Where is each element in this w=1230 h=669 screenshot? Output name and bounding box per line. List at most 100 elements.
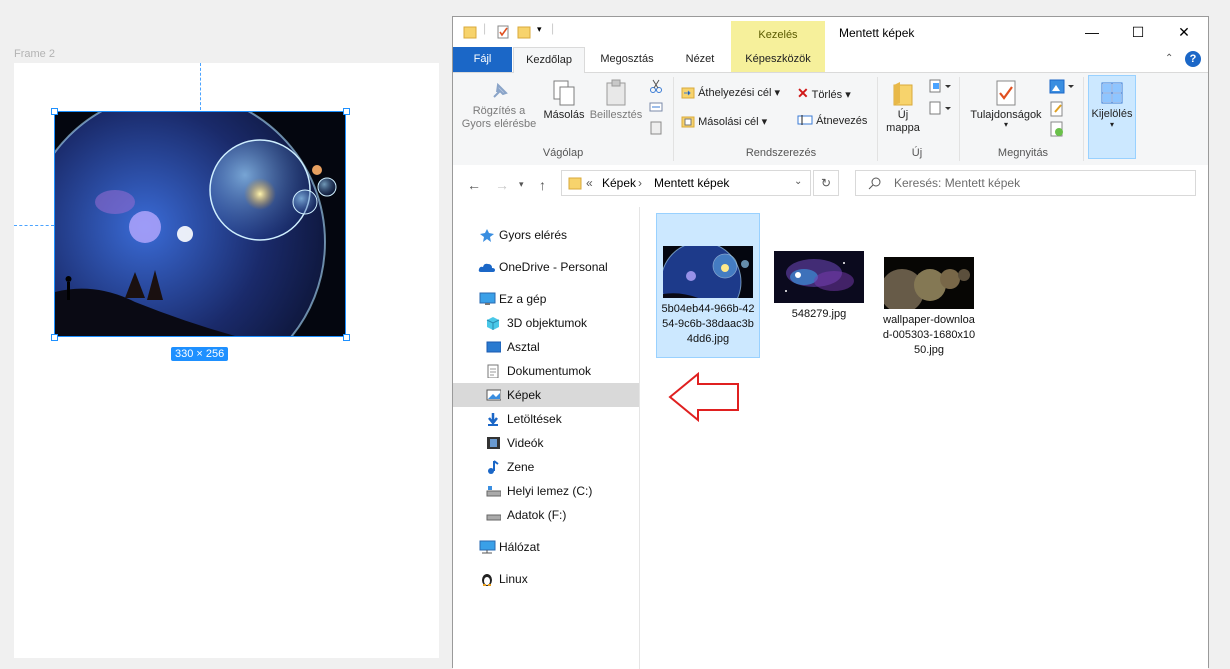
paste-shortcut-icon[interactable]	[649, 121, 663, 138]
select-button[interactable]: Kijelölés ▾	[1088, 75, 1136, 159]
drive-icon	[486, 486, 501, 497]
video-icon	[487, 437, 500, 449]
drive-icon	[486, 514, 501, 521]
easy-access-icon[interactable]	[929, 101, 953, 118]
move-to-button[interactable]: Áthelyezési cél ▾	[681, 85, 780, 99]
file-item[interactable]: 5b04eb44-966b-4254-9c6b-38daac3b4dd6.jpg	[656, 213, 760, 358]
tab-view[interactable]: Nézet	[669, 47, 731, 72]
tab-home[interactable]: Kezdőlap	[513, 47, 585, 73]
file-list: 5b04eb44-966b-4254-9c6b-38daac3b4dd6.jpg…	[640, 207, 1208, 669]
desktop-icon	[486, 341, 501, 353]
nav-item-desktop[interactable]: Asztal	[453, 335, 639, 359]
breadcrumb-overflow[interactable]: «	[586, 176, 593, 190]
ribbon: Rögzítés a Gyors elérésbe Másolás Beille…	[453, 73, 1208, 166]
file-thumbnail	[663, 246, 753, 298]
maximize-button[interactable]: ☐	[1115, 17, 1161, 47]
explorer-window: | ▾ | Kezelés Mentett képek — ☐ ✕ Fájl K…	[452, 16, 1209, 669]
nav-item-quick-access[interactable]: Gyors elérés	[453, 223, 639, 247]
star-icon	[480, 229, 494, 242]
address-dropdown-icon[interactable]: ⌄	[794, 176, 802, 187]
file-name: 5b04eb44-966b-4254-9c6b-38daac3b4dd6.jpg	[661, 303, 755, 345]
copy-to-icon	[681, 116, 695, 128]
frame-label: Frame 2	[14, 48, 55, 60]
paste-button[interactable]: Beillesztés	[589, 79, 643, 121]
resize-handle-top-right[interactable]	[343, 108, 350, 115]
network-icon	[479, 540, 496, 554]
navigation-pane: Gyors elérés OneDrive - Personal Ez a gé…	[453, 207, 640, 669]
nav-item-documents[interactable]: Dokumentumok	[453, 359, 639, 383]
file-name: wallpaper-download-005303-1680x1050.jpg	[882, 314, 976, 356]
context-tab-manage[interactable]: Kezelés	[731, 21, 825, 47]
search-input[interactable]: Keresés: Mentett képek	[855, 170, 1196, 196]
new-folder-icon	[893, 82, 913, 106]
group-label-clipboard: Vágólap	[542, 147, 584, 159]
properties-icon[interactable]	[496, 25, 510, 42]
breadcrumb-saved-pictures[interactable]: Mentett képek	[654, 176, 729, 190]
resize-handle-bottom-left[interactable]	[51, 334, 58, 341]
nav-item-pictures[interactable]: Képek	[453, 383, 639, 407]
document-icon	[487, 364, 499, 378]
download-icon	[488, 413, 498, 426]
nav-item-music[interactable]: Zene	[453, 455, 639, 479]
address-bar[interactable]: « Képek › Mentett képek ⌄	[561, 170, 811, 196]
nav-item-data-f[interactable]: Adatok (F:)	[453, 503, 639, 527]
file-thumbnail	[774, 251, 864, 303]
tab-file[interactable]: Fájl	[453, 47, 512, 72]
close-button[interactable]: ✕	[1161, 17, 1207, 47]
tab-share[interactable]: Megosztás	[586, 47, 668, 72]
nav-item-downloads[interactable]: Letöltések	[453, 407, 639, 431]
cloud-icon	[478, 263, 495, 272]
new-folder-button[interactable]: Új mappa	[881, 79, 925, 135]
copy-to-button[interactable]: Másolási cél ▾	[681, 114, 767, 128]
tab-picture-tools[interactable]: Képeszközök	[731, 47, 825, 72]
minimize-button[interactable]: —	[1069, 17, 1115, 47]
help-icon[interactable]: ?	[1185, 51, 1201, 67]
group-label-open: Megnyitás	[997, 147, 1049, 159]
nav-item-local-disk-c[interactable]: Helyi lemez (C:)	[453, 479, 639, 503]
new-folder-icon[interactable]	[517, 25, 531, 42]
pin-quick-access-button[interactable]: Rögzítés a Gyors elérésbe	[459, 79, 539, 131]
collapse-ribbon-icon[interactable]: ⌃	[1165, 53, 1173, 64]
guide-vertical	[200, 63, 201, 110]
open-icon[interactable]	[1049, 79, 1075, 98]
title-bar: | ▾ | Kezelés Mentett képek — ☐ ✕	[453, 17, 1208, 47]
nav-item-linux[interactable]: Linux	[453, 567, 639, 591]
nav-item-network[interactable]: Hálózat	[453, 535, 639, 559]
refresh-button[interactable]: ↻	[813, 170, 839, 196]
copy-path-icon[interactable]	[649, 101, 663, 116]
history-icon[interactable]	[1049, 121, 1065, 140]
resize-handle-top-left[interactable]	[51, 108, 58, 115]
refresh-icon: ↻	[820, 176, 832, 190]
cut-icon[interactable]	[649, 79, 663, 96]
resize-handle-bottom-right[interactable]	[343, 334, 350, 341]
file-thumbnail	[884, 257, 974, 309]
nav-item-videos[interactable]: Videók	[453, 431, 639, 455]
selection-box	[54, 111, 346, 337]
pictures-icon	[486, 389, 501, 401]
edit-icon[interactable]	[1049, 101, 1065, 120]
file-item[interactable]: 548279.jpg	[767, 213, 871, 396]
guide-horizontal	[14, 225, 54, 226]
copy-button[interactable]: Másolás	[539, 79, 589, 121]
breadcrumb-separator-icon: ›	[638, 176, 642, 190]
address-row: ← → ▾ ↑ « Képek › Mentett képek ⌄ ↻ Kere…	[453, 165, 1208, 205]
nav-item-3d-objects[interactable]: 3D objektumok	[453, 311, 639, 335]
nav-item-this-pc[interactable]: Ez a gép	[453, 287, 639, 311]
rename-button[interactable]: Átnevezés	[797, 114, 867, 127]
folder-icon	[568, 177, 582, 190]
customize-toolbar-icon[interactable]: ▾	[537, 24, 542, 35]
file-item[interactable]: wallpaper-download-005303-1680x1050.jpg	[877, 213, 981, 402]
size-tag: 330 × 256	[171, 347, 229, 361]
delete-button[interactable]: ✕ Törlés ▾	[797, 85, 851, 102]
recent-locations-icon[interactable]: ▾	[519, 179, 524, 190]
select-icon	[1101, 82, 1123, 104]
nav-item-onedrive[interactable]: OneDrive - Personal	[453, 255, 639, 279]
new-item-icon[interactable]	[929, 79, 953, 96]
forward-button[interactable]: →	[495, 177, 509, 193]
properties-button[interactable]: Tulajdonságok ▾	[965, 79, 1047, 129]
up-button[interactable]: ↑	[539, 177, 546, 193]
group-label-new: Új	[911, 147, 923, 159]
rename-icon	[797, 115, 813, 125]
back-button[interactable]: ←	[467, 177, 481, 193]
breadcrumb-pictures[interactable]: Képek	[602, 176, 636, 190]
